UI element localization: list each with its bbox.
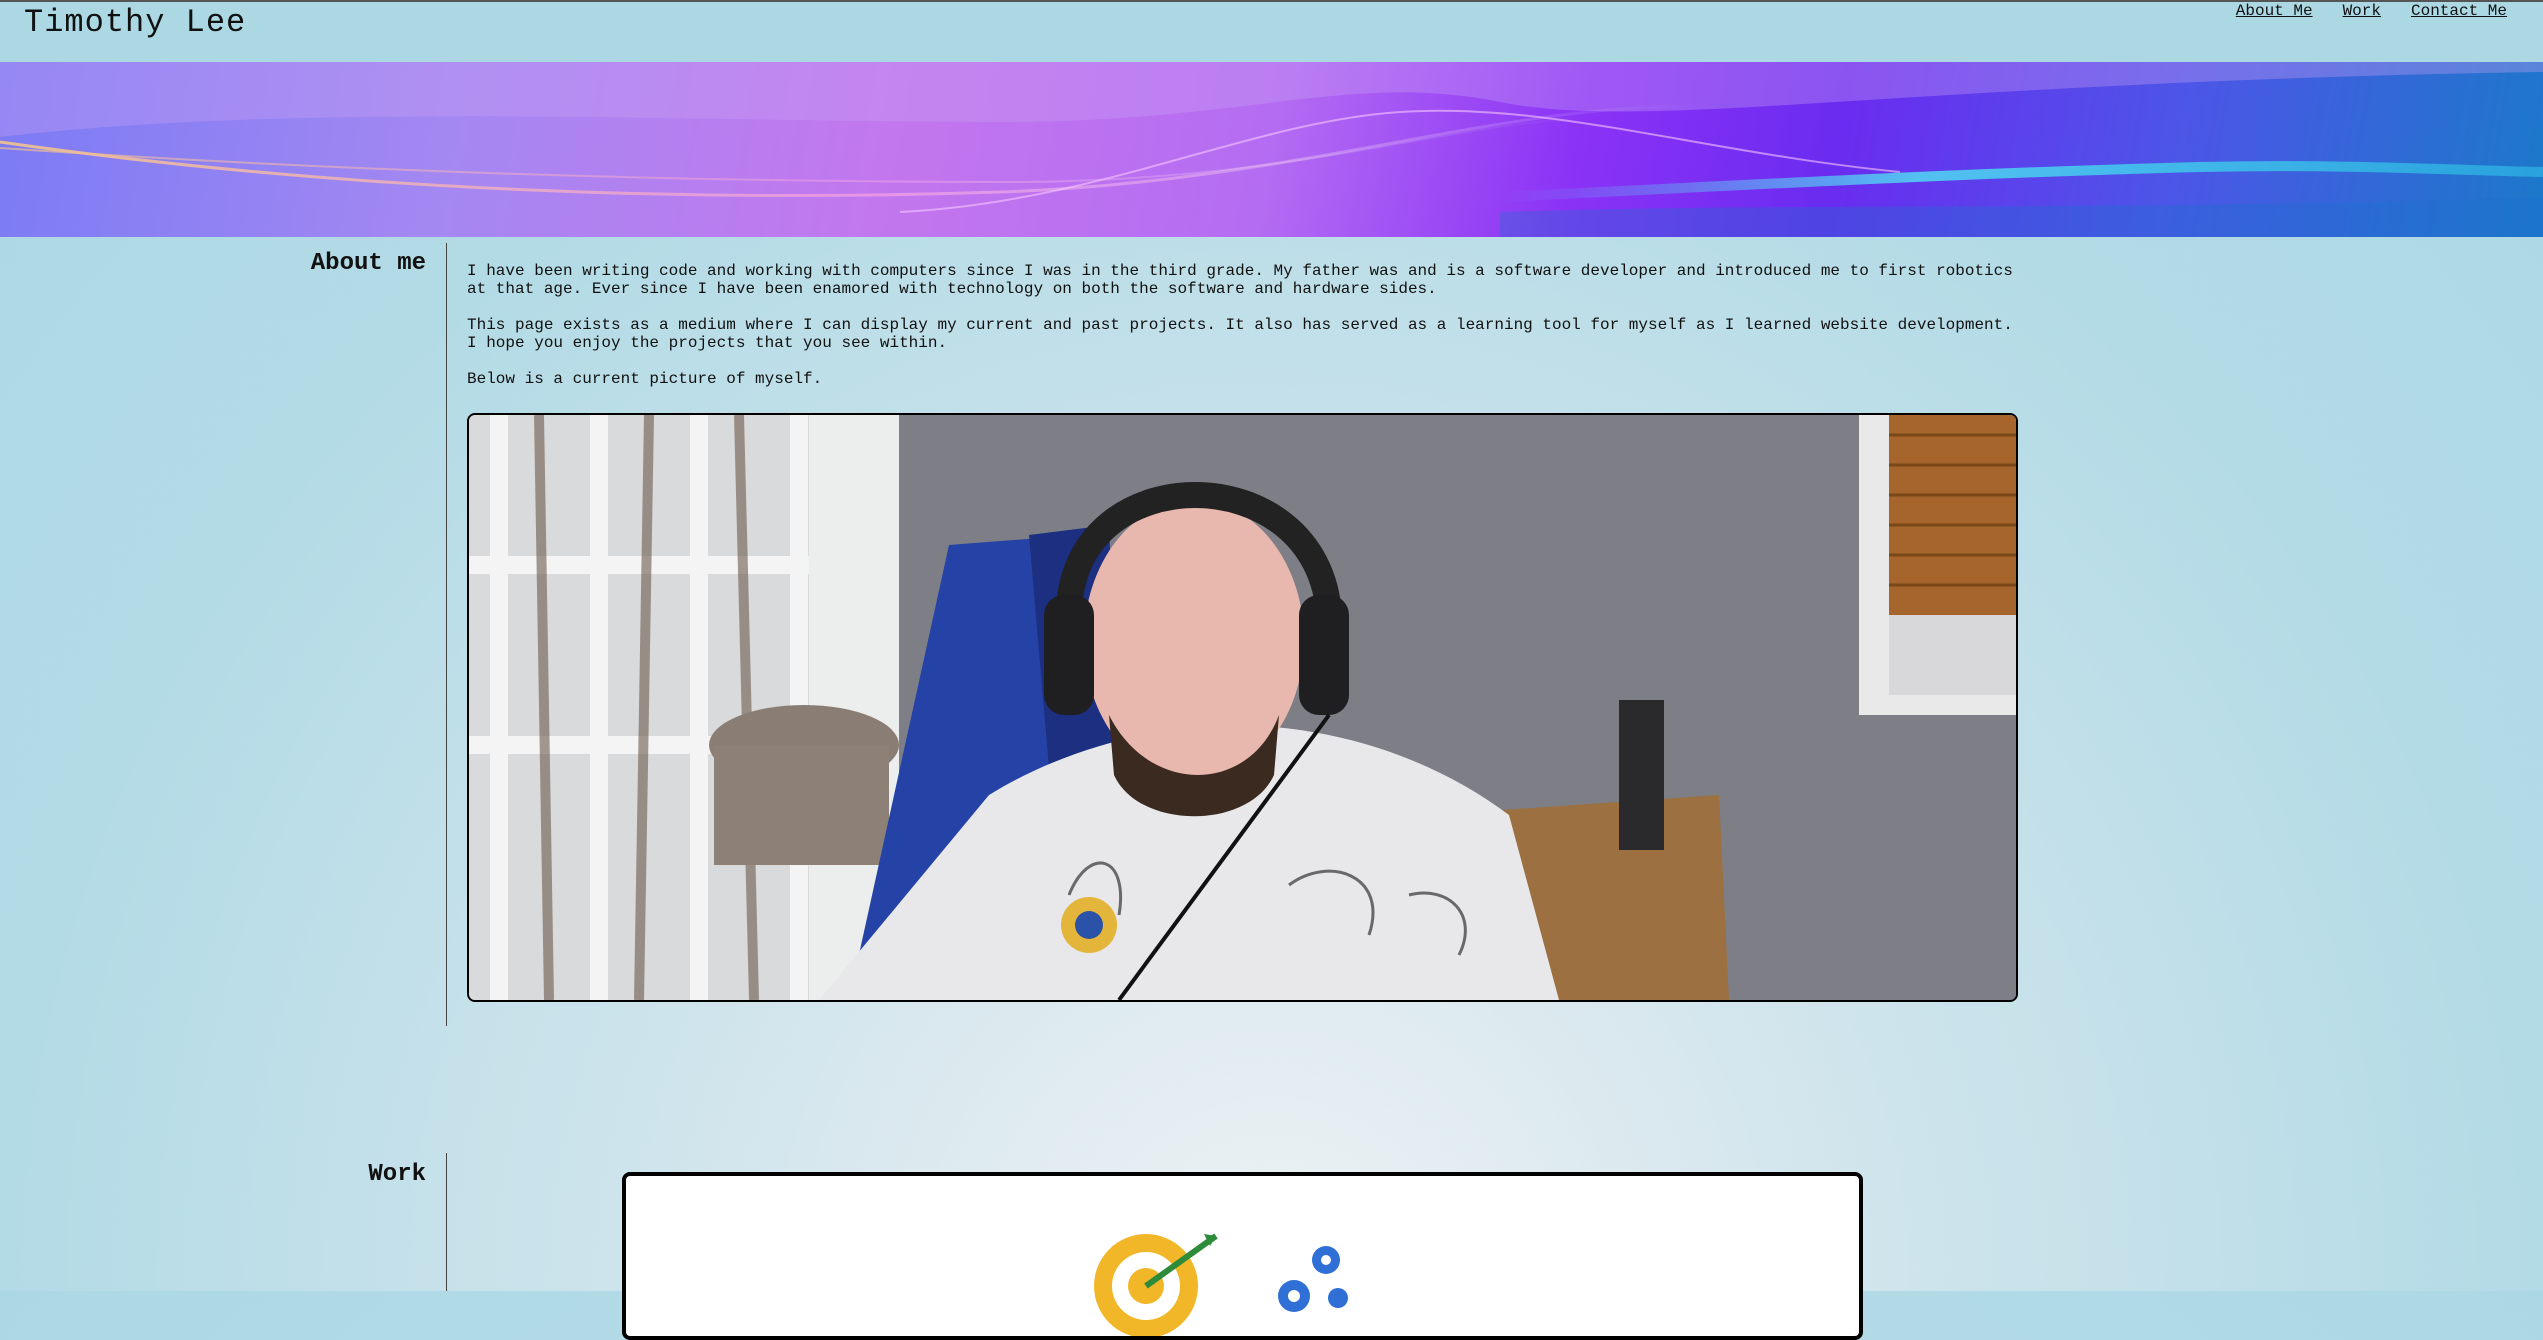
top-bar: Timothy Lee About Me Work Contact Me <box>0 0 2543 64</box>
main-nav: About Me Work Contact Me <box>2236 2 2507 20</box>
project-logo <box>1094 1233 1348 1336</box>
nav-link-about-me[interactable]: About Me <box>2236 2 2313 20</box>
work-project-card[interactable] <box>622 1172 1863 1340</box>
about-paragraph: Below is a current picture of myself. <box>467 370 823 388</box>
wave-graphic <box>0 62 2543 237</box>
nav-link-contact-me[interactable]: Contact Me <box>2411 2 2507 20</box>
profile-photo-illustration <box>469 415 2016 1000</box>
about-paragraph: I have been writing code and working wit… <box>467 262 2013 298</box>
site-title: Timothy Lee <box>24 4 247 41</box>
about-text: I have been writing code and working wit… <box>467 262 2027 406</box>
profile-photo <box>467 413 2018 1002</box>
work-heading: Work <box>368 1161 426 1188</box>
about-paragraph: This page exists as a medium where I can… <box>467 316 2013 352</box>
about-heading: About me <box>310 250 426 277</box>
work-divider <box>446 1153 447 1291</box>
nav-link-work[interactable]: Work <box>2343 2 2381 20</box>
header-banner-image <box>0 62 2543 237</box>
about-divider <box>446 243 447 1026</box>
